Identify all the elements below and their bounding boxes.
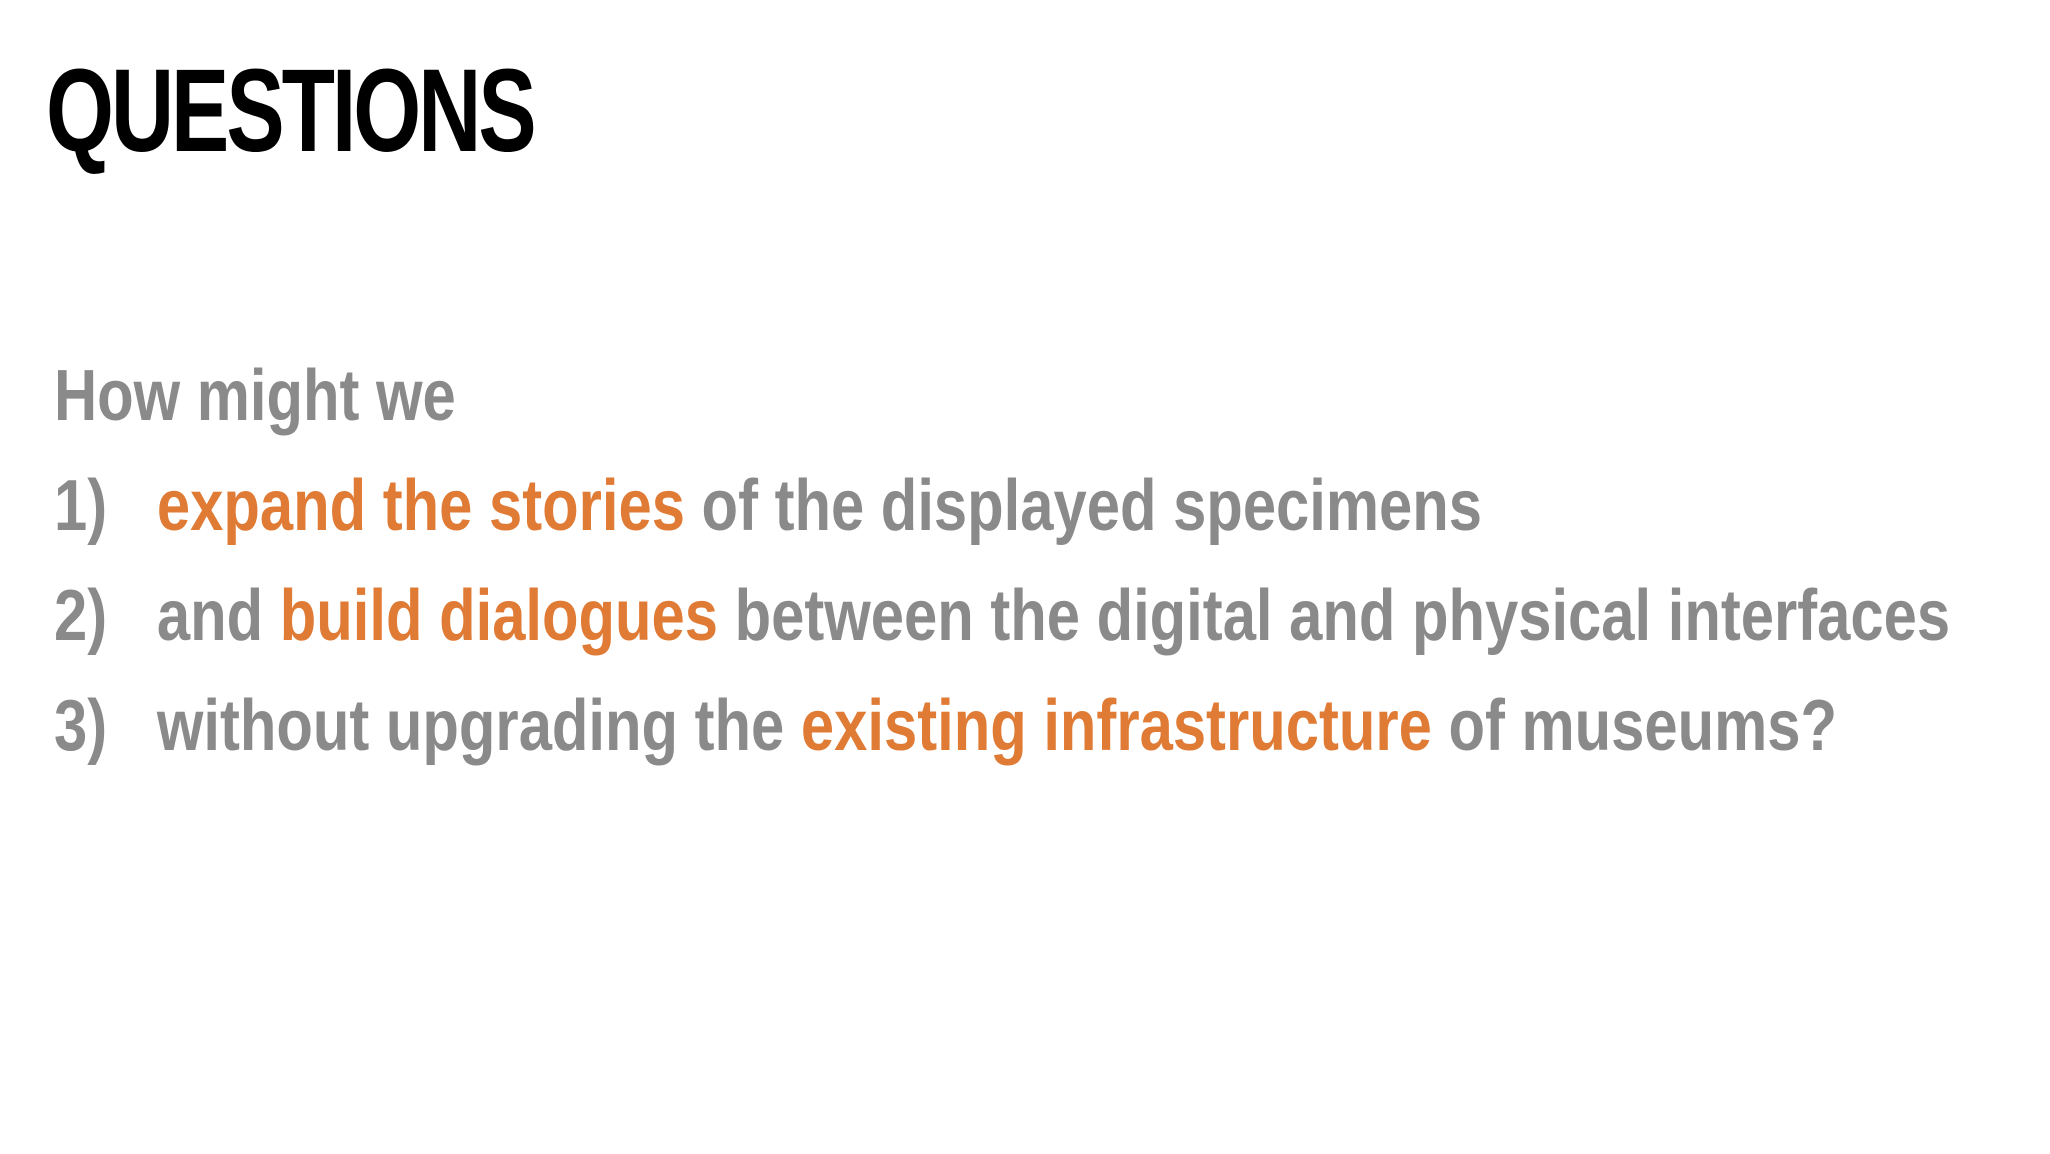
question-intro: How might we <box>54 356 456 436</box>
question-item-1: 1) expand the stories of the displayed sp… <box>54 470 1482 542</box>
question-text: of museums? <box>1431 686 1837 766</box>
question-number: 3) <box>54 686 108 766</box>
question-highlight: existing infrastructure <box>800 686 1432 766</box>
question-text: and <box>156 576 280 656</box>
question-number: 2) <box>54 576 108 656</box>
question-highlight: build dialogues <box>279 576 719 656</box>
question-text: without upgrading the <box>156 686 801 766</box>
slide-title: QUESTIONS <box>46 45 537 177</box>
question-item-3: 3) without upgrading the existing infrast… <box>54 690 1837 762</box>
question-text: between the digital and physical interfa… <box>718 576 1951 656</box>
slide: QUESTIONS How might we 1) expand the stor… <box>0 0 2050 1154</box>
question-text: of the displayed specimens <box>684 466 1483 546</box>
question-item-2: 2) and build dialogues between the digita… <box>54 580 1950 652</box>
question-number: 1) <box>54 466 108 546</box>
question-highlight: expand the stories <box>156 466 685 546</box>
